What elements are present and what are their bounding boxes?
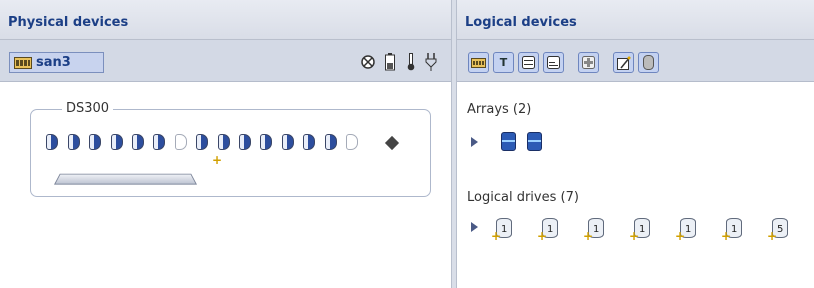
expand-logical-drives-icon[interactable]: [471, 222, 478, 232]
physical-drive[interactable]: [68, 134, 80, 150]
plus-icon: +: [583, 229, 594, 243]
text-view-button[interactable]: T: [493, 52, 514, 73]
logical-drive[interactable]: 1 +: [583, 218, 604, 243]
server-selector[interactable]: san3: [9, 52, 104, 73]
physical-drive[interactable]: [46, 134, 58, 150]
enclosure-shelf: [53, 173, 198, 185]
logical-devices-header: Logical devices: [457, 0, 814, 40]
raid-level: 1: [593, 224, 600, 235]
enclosure-name: DS300: [62, 101, 114, 116]
logical-toolbar: T: [457, 40, 814, 82]
physical-drive[interactable]: [282, 134, 294, 150]
text-view-label: T: [499, 56, 508, 69]
logical-drive[interactable]: 1 +: [629, 218, 650, 243]
empty-slot[interactable]: [175, 134, 187, 150]
physical-drive[interactable]: [218, 134, 230, 150]
thermometer-icon[interactable]: [402, 52, 420, 72]
physical-devices-pane: DS300 +: [0, 82, 451, 288]
logical-drive[interactable]: 1 +: [721, 218, 742, 243]
plus-icon: +: [721, 229, 732, 243]
arrays-label: Arrays (2): [467, 102, 532, 117]
list-icon: [522, 56, 535, 69]
wizard-button[interactable]: [613, 52, 634, 73]
physical-drive[interactable]: [325, 134, 337, 150]
raid-level: 5: [777, 224, 784, 235]
logical-drives-label: Logical drives (7): [467, 190, 579, 205]
logical-devices-pane: Arrays (2) Logical drives (7) 1 + 1 + 1 + 1…: [457, 82, 814, 288]
delete-drive-button[interactable]: [638, 52, 659, 73]
physical-devices-header: Physical devices: [0, 0, 451, 40]
physical-devices-title: Physical devices: [8, 15, 129, 30]
disk-icon: [643, 55, 654, 70]
plus-icon: [582, 56, 595, 69]
details-icon: [547, 56, 560, 69]
list-view-button[interactable]: [518, 52, 539, 73]
raid-level: 1: [547, 224, 554, 235]
physical-drive[interactable]: [111, 134, 123, 150]
logical-devices-title: Logical devices: [465, 15, 577, 30]
physical-drive[interactable]: [153, 134, 165, 150]
expand-arrays-icon[interactable]: [471, 137, 478, 147]
physical-drive[interactable]: [132, 134, 144, 150]
server-icon: [14, 56, 32, 69]
physical-drive[interactable]: [260, 134, 272, 150]
detail-view-button[interactable]: [543, 52, 564, 73]
server-name: san3: [36, 55, 71, 70]
physical-drive[interactable]: [303, 134, 315, 150]
physical-drive[interactable]: [196, 134, 208, 150]
plus-icon: +: [675, 229, 686, 243]
power-plug-icon[interactable]: [422, 52, 440, 72]
plus-icon: +: [767, 229, 778, 243]
wizard-icon: [616, 56, 631, 70]
empty-slot[interactable]: [346, 134, 358, 150]
array-item[interactable]: [501, 132, 516, 151]
physical-drive[interactable]: [89, 134, 101, 150]
plus-icon: +: [629, 229, 640, 243]
battery-icon[interactable]: [381, 52, 399, 72]
array-item[interactable]: [527, 132, 542, 151]
hotspare-plus-icon: +: [212, 153, 223, 167]
plus-icon: +: [491, 229, 502, 243]
logical-drive[interactable]: 1 +: [491, 218, 512, 243]
add-button[interactable]: [578, 52, 599, 73]
physical-drive[interactable]: [239, 134, 251, 150]
logical-drive[interactable]: 1 +: [675, 218, 696, 243]
raid-level: 1: [501, 224, 508, 235]
logical-drive[interactable]: 5 +: [767, 218, 788, 243]
server-view-button[interactable]: [468, 52, 489, 73]
no-entry-icon[interactable]: [359, 52, 377, 72]
plus-icon: +: [537, 229, 548, 243]
server-icon: [471, 57, 486, 68]
raid-level: 1: [685, 224, 692, 235]
logical-drive[interactable]: 1 +: [537, 218, 558, 243]
raid-level: 1: [639, 224, 646, 235]
raid-level: 1: [731, 224, 738, 235]
physical-toolbar: san3: [0, 40, 451, 82]
